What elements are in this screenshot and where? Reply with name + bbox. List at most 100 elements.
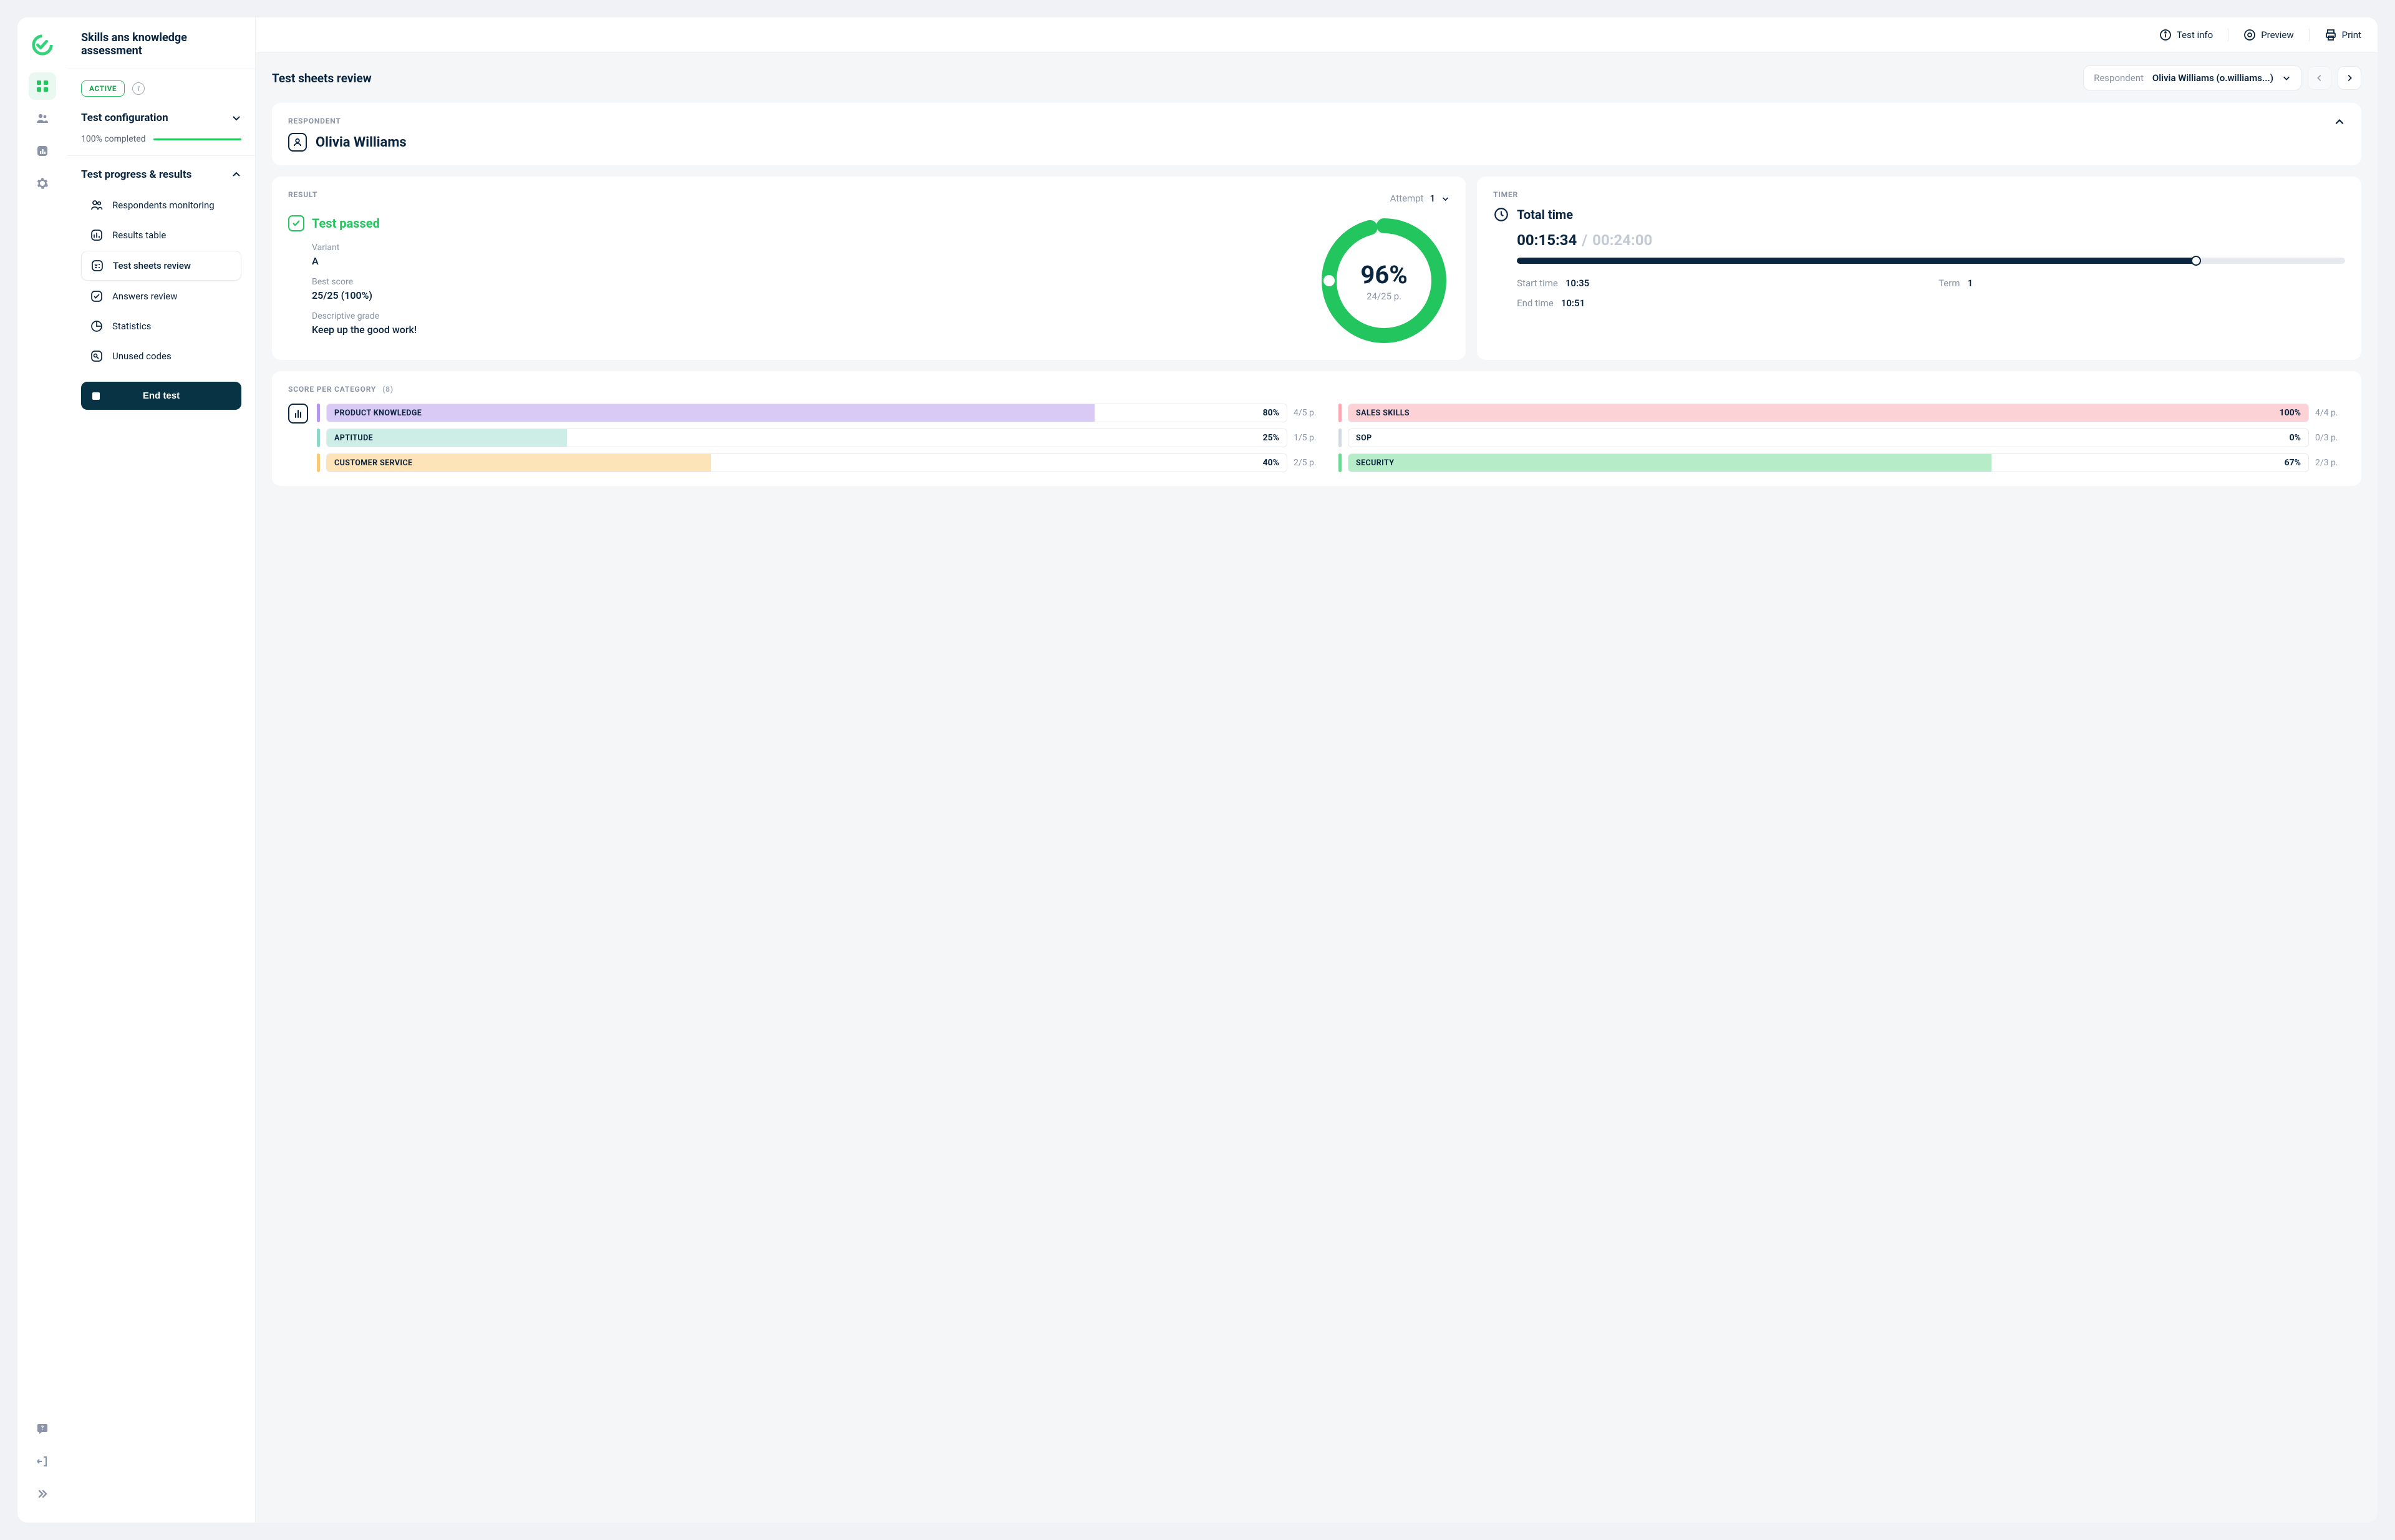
respondent-card-label: RESPONDENT	[288, 117, 407, 125]
best-score-key: Best score	[312, 277, 1301, 287]
category-bar: CUSTOMER SERVICE 40%	[326, 453, 1287, 472]
test-info-label: Test info	[2177, 29, 2213, 41]
desc-grade-value: Keep up the good work!	[312, 324, 1301, 336]
category-mark	[317, 429, 320, 447]
category-points: 1/5 p.	[1294, 433, 1323, 443]
category-points: 4/4 p.	[2315, 408, 2345, 418]
section-config-title: Test configuration	[81, 112, 168, 124]
category-row: CUSTOMER SERVICE 40% 2/5 p.	[317, 453, 1323, 472]
timer-card: TIMER Total time 00:15:34/00:24:00 Start…	[1477, 177, 2361, 360]
rail-logout-icon[interactable]	[29, 1448, 56, 1475]
respondent-select-value: Olivia Williams (o.williams...)	[2152, 72, 2273, 84]
category-name: PRODUCT KNOWLEDGE	[327, 409, 422, 418]
prev-respondent-button[interactable]	[2308, 66, 2331, 90]
category-bar: SECURITY67%	[1348, 453, 2309, 472]
nav-item-answers-review[interactable]: Answers review	[81, 282, 241, 311]
rail-expand-icon[interactable]	[29, 1480, 56, 1508]
end-test-button[interactable]: End test	[81, 382, 241, 410]
time-progress-bar	[1517, 258, 2345, 264]
category-percent: 25%	[1263, 433, 1287, 443]
attempt-select[interactable]: Attempt 1	[1390, 193, 1450, 204]
start-time-value: 10:35	[1565, 278, 1589, 289]
next-respondent-button[interactable]	[2338, 66, 2361, 90]
category-bar: SOP 0%	[1348, 429, 2309, 447]
nav-icon	[90, 259, 104, 273]
category-mark	[1338, 404, 1342, 422]
categories-card: SCORE PER CATEGORY (8) PRODUCT KNOWLEDGE…	[272, 371, 2361, 486]
nav-icon	[90, 319, 104, 333]
categories-count: (8)	[382, 385, 394, 394]
category-percent: 0%	[2290, 433, 2308, 443]
svg-text:?: ?	[41, 1425, 44, 1431]
completion-text: 100% completed	[81, 134, 146, 144]
preview-button[interactable]: Preview	[2243, 29, 2293, 41]
attempt-value: 1	[1430, 193, 1436, 204]
category-name: CUSTOMER SERVICE	[327, 458, 412, 468]
category-name: SOP	[1348, 433, 1372, 443]
nav-item-statistics[interactable]: Statistics	[81, 312, 241, 341]
respondent-name: Olivia Williams	[316, 135, 407, 150]
nav-item-label: Test sheets review	[113, 260, 191, 271]
best-score-value: 25/25 (100%)	[312, 289, 1301, 301]
nav-item-test-sheets-review[interactable]: Test sheets review	[81, 251, 241, 281]
time-total: 00:24:00	[1592, 231, 1652, 249]
attempt-label: Attempt	[1390, 193, 1424, 204]
rail-help-icon[interactable]: ?	[29, 1415, 56, 1443]
category-name: APTITUDE	[327, 433, 373, 443]
section-config[interactable]: Test configuration	[81, 108, 241, 128]
category-percent: 100%	[2280, 408, 2308, 418]
print-button[interactable]: Print	[2325, 29, 2361, 41]
section-progress[interactable]: Test progress & results	[81, 165, 241, 185]
start-time-key: Start time	[1517, 278, 1558, 289]
category-mark	[317, 404, 320, 422]
result-status: Test passed	[312, 216, 380, 231]
topbar: Test info Preview Print	[256, 17, 2378, 53]
category-row: PRODUCT KNOWLEDGE80% 4/5 p.	[317, 404, 1323, 422]
page-title: Skills ans knowledge assessment	[81, 31, 241, 57]
nav-item-label: Unused codes	[112, 351, 172, 362]
nav-item-label: Statistics	[112, 321, 151, 332]
category-mark	[1338, 429, 1342, 447]
rail-settings-icon[interactable]	[29, 170, 56, 197]
check-icon	[288, 215, 304, 231]
chevron-down-icon	[231, 113, 241, 123]
info-icon[interactable]: i	[132, 82, 145, 95]
nav-item-results-table[interactable]: Results table	[81, 221, 241, 249]
nav-item-unused-codes[interactable]: Unused codes	[81, 342, 241, 370]
category-percent: 40%	[1263, 458, 1287, 468]
category-points: 2/5 p.	[1294, 458, 1323, 468]
print-label: Print	[2342, 29, 2361, 41]
end-test-label: End test	[143, 390, 180, 401]
category-row: SALES SKILLS 100% 4/4 p.	[1338, 404, 2345, 422]
variant-key: Variant	[312, 243, 1301, 253]
sub-header-title: Test sheets review	[272, 71, 372, 85]
category-bar: PRODUCT KNOWLEDGE80%	[326, 404, 1287, 422]
nav-icon	[90, 289, 104, 303]
chart-icon	[288, 404, 308, 424]
main: Test info Preview Print Test sheets revi…	[256, 17, 2378, 1523]
rail-reports-icon[interactable]	[29, 137, 56, 165]
category-percent: 67%	[2285, 458, 2308, 468]
category-row: SECURITY67%2/3 p.	[1338, 453, 2345, 472]
respondent-card: RESPONDENT Olivia Williams	[272, 103, 2361, 165]
nav-item-respondents-monitoring[interactable]: Respondents monitoring	[81, 191, 241, 220]
completion-bar	[153, 138, 241, 140]
nav-icon	[90, 198, 104, 212]
category-points: 0/3 p.	[2315, 433, 2345, 443]
chevron-down-icon	[1441, 195, 1449, 203]
end-time-key: End time	[1517, 298, 1554, 309]
chevron-up-icon[interactable]	[2334, 117, 2345, 128]
desc-grade-key: Descriptive grade	[312, 311, 1301, 321]
category-row: SOP 0% 0/3 p.	[1338, 429, 2345, 447]
category-points: 4/5 p.	[1294, 408, 1323, 418]
respondent-select[interactable]: Respondent Olivia Williams (o.williams..…	[2083, 65, 2301, 90]
sidebar: Skills ans knowledge assessment ACTIVE i…	[67, 17, 256, 1523]
result-label: RESULT	[288, 190, 317, 199]
test-info-button[interactable]: Test info	[2159, 29, 2213, 41]
category-bar: SALES SKILLS 100%	[1348, 404, 2309, 422]
category-name: SALES SKILLS	[1348, 409, 1410, 418]
rail-people-icon[interactable]	[29, 105, 56, 132]
chevron-down-icon	[2282, 74, 2291, 82]
category-mark	[317, 453, 320, 472]
rail-dashboard-icon[interactable]	[29, 72, 56, 100]
